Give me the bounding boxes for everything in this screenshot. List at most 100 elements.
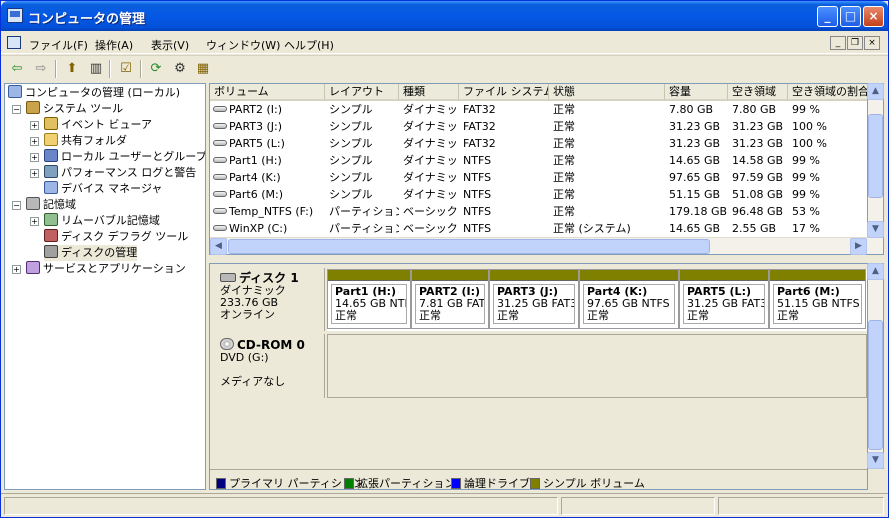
- scroll-thumb[interactable]: [868, 320, 883, 450]
- cell-status: 正常: [553, 103, 575, 116]
- volume-row[interactable]: Part1 (H:) シンプル ダイナミック NTFS 正常 14.65 GB 14.58 …: [210, 152, 867, 169]
- partition-part3[interactable]: PART3 (J:)31.25 GB FAT32正常: [489, 269, 579, 329]
- scroll-up-button[interactable]: ▲: [867, 263, 884, 280]
- column-header-free-space[interactable]: 空き領域: [728, 84, 788, 101]
- tree-item-defrag[interactable]: ディスク デフラグ ツール: [44, 229, 188, 245]
- tree-item-disk-management[interactable]: ディスクの管理: [44, 245, 138, 261]
- volume-icon: [213, 157, 227, 163]
- cell-free-percent: 99 %: [792, 188, 820, 201]
- scroll-down-button[interactable]: ▼: [867, 452, 884, 469]
- mdi-minimize-button[interactable]: _: [830, 36, 846, 50]
- cell-status: 正常: [553, 120, 575, 133]
- expand-icon[interactable]: +: [30, 153, 39, 162]
- properties-icon[interactable]: ☑: [117, 60, 135, 78]
- volume-row[interactable]: PART3 (J:) シンプル ダイナミック FAT32 正常 31.23 GB 31.23…: [210, 118, 867, 135]
- show-hide-tree-icon[interactable]: ▥: [87, 60, 105, 78]
- cell-layout: パーティション: [329, 222, 399, 235]
- cell-status: 正常: [553, 137, 575, 150]
- volume-row[interactable]: PART5 (L:) シンプル ダイナミック FAT32 正常 31.23 GB 31.23…: [210, 135, 867, 152]
- volume-row[interactable]: Part4 (K:) シンプル ダイナミック NTFS 正常 97.65 GB 97.59 …: [210, 169, 867, 186]
- column-header-layout[interactable]: レイアウト: [325, 84, 399, 101]
- tree-item-device-manager[interactable]: デバイス マネージャ: [44, 181, 162, 197]
- expand-icon[interactable]: +: [30, 169, 39, 178]
- cdrom-0-area[interactable]: [327, 334, 867, 398]
- tree-item-system-tools[interactable]: システム ツール: [26, 101, 123, 117]
- menu-file[interactable]: ファイル(F): [29, 37, 88, 53]
- volume-row[interactable]: Part6 (M:) シンプル ダイナミック NTFS 正常 51.15 GB 51.08 …: [210, 186, 867, 203]
- storage-icon: [26, 197, 40, 210]
- mmc-app-icon[interactable]: [7, 36, 21, 49]
- help-icon[interactable]: ▦: [194, 60, 212, 78]
- column-header-type[interactable]: 種類: [399, 84, 459, 101]
- expand-icon[interactable]: +: [12, 265, 21, 274]
- volume-row[interactable]: WinXP (C:) パーティション ベーシック NTFS 正常 (システム) 14.65…: [210, 220, 867, 237]
- menu-action[interactable]: 操作(A): [95, 37, 133, 53]
- forward-icon[interactable]: ⇨: [32, 60, 50, 78]
- volume-list-vertical-scrollbar[interactable]: ▲ ▼: [867, 83, 884, 255]
- cell-layout: シンプル: [329, 137, 373, 150]
- scroll-thumb[interactable]: [228, 239, 710, 254]
- cell-free-percent: 99 %: [792, 171, 820, 184]
- collapse-icon[interactable]: −: [12, 201, 21, 210]
- up-folder-icon[interactable]: ⬆: [63, 60, 81, 78]
- column-header-filesystem[interactable]: ファイル システム: [459, 84, 549, 101]
- tree-item-event-viewer[interactable]: イベント ビューア: [44, 117, 152, 133]
- scroll-thumb[interactable]: [868, 114, 883, 198]
- disk-view-vertical-scrollbar[interactable]: ▲ ▼: [867, 263, 884, 469]
- partition-part5[interactable]: PART5 (L:)31.25 GB FAT32正常: [679, 269, 769, 329]
- partition-part1[interactable]: Part1 (H:)14.65 GB NTFS正常: [327, 269, 411, 329]
- settings-icon[interactable]: ⚙: [171, 60, 189, 78]
- menu-help[interactable]: ヘルプ(H): [284, 37, 334, 53]
- close-button[interactable]: ×: [863, 6, 884, 27]
- expand-icon[interactable]: +: [30, 121, 39, 130]
- tree-item-services[interactable]: サービスとアプリケーション: [26, 261, 186, 277]
- cell-type: ダイナミック: [403, 188, 459, 201]
- volume-list-horizontal-scrollbar[interactable]: ◀ ▶: [210, 237, 868, 255]
- partition-part6[interactable]: Part6 (M:) 51.15 GB NTFS 正常: [769, 269, 866, 329]
- maximize-button[interactable]: □: [840, 6, 861, 27]
- column-header-free-percent[interactable]: 空き領域の割合: [788, 84, 867, 101]
- partition-part4[interactable]: Part4 (K:) 97.65 GB NTFS 正常: [579, 269, 679, 329]
- volume-list[interactable]: ボリューム レイアウト 種類 ファイル システム 状態 容量 空き領域 空き領域…: [209, 83, 868, 255]
- expand-icon[interactable]: +: [30, 137, 39, 146]
- legend-item-extended: 拡張パーティション: [344, 475, 455, 489]
- partition-bar: [680, 270, 768, 281]
- column-header-capacity[interactable]: 容量: [665, 84, 728, 101]
- collapse-icon[interactable]: −: [12, 105, 21, 114]
- column-header-status[interactable]: 状態: [549, 84, 665, 101]
- partition-part2[interactable]: PART2 (I:)7.81 GB FAT32正常: [411, 269, 489, 329]
- tree-item-root[interactable]: コンピュータの管理 (ローカル): [8, 85, 180, 101]
- partition-status: 正常: [687, 309, 709, 322]
- cell-type: ベーシック: [403, 205, 458, 218]
- tree-item-shared-folders[interactable]: 共有フォルダ: [44, 133, 127, 149]
- partition-status: 正常: [587, 309, 609, 322]
- volume-row[interactable]: Temp_NTFS (F:) パーティション ベーシック NTFS 正常 179.18 G…: [210, 203, 867, 220]
- refresh-icon[interactable]: ⟳: [147, 60, 165, 78]
- disk-1-label[interactable]: ディスク 1 ダイナミック 233.76 GB オンライン: [210, 268, 325, 331]
- mdi-restore-button[interactable]: ❐: [847, 36, 863, 50]
- title-bar[interactable]: コンピュータの管理 _ □ ×: [1, 1, 888, 31]
- minimize-button[interactable]: _: [817, 6, 838, 27]
- mdi-close-button[interactable]: ×: [864, 36, 880, 50]
- back-icon[interactable]: ⇦: [8, 60, 26, 78]
- status-cell-main: [4, 497, 558, 515]
- menu-window[interactable]: ウィンドウ(W): [206, 37, 280, 53]
- disk-graphical-view: ディスク 1 ダイナミック 233.76 GB オンライン Part1 (H:)…: [209, 263, 868, 490]
- menu-view[interactable]: 表示(V): [151, 37, 189, 53]
- cdrom-0-label[interactable]: CD-ROM 0 DVD (G:) メディアなし: [210, 334, 325, 398]
- tree-item-storage[interactable]: 記憶域: [26, 197, 76, 213]
- scroll-down-button[interactable]: ▼: [867, 221, 884, 238]
- scroll-left-button[interactable]: ◀: [210, 238, 227, 255]
- expand-icon[interactable]: +: [30, 217, 39, 226]
- scroll-right-button[interactable]: ▶: [850, 238, 867, 255]
- cell-status: 正常: [553, 205, 575, 218]
- scroll-up-button[interactable]: ▲: [867, 83, 884, 100]
- volume-row[interactable]: PART2 (I:) シンプル ダイナミック FAT32 正常 7.80 GB 7.80 G…: [210, 101, 867, 118]
- tree-item-performance[interactable]: パフォーマンス ログと警告: [44, 165, 196, 181]
- legend-swatch: [451, 478, 461, 489]
- cell-filesystem: NTFS: [463, 188, 492, 201]
- console-tree[interactable]: コンピュータの管理 (ローカル) − システム ツール + イベント ビューア …: [4, 83, 206, 490]
- tree-item-removable-storage[interactable]: リムーバブル記憶域: [44, 213, 160, 229]
- tree-item-local-users[interactable]: ローカル ユーザーとグループ: [44, 149, 205, 165]
- column-header-volume[interactable]: ボリューム: [210, 84, 325, 101]
